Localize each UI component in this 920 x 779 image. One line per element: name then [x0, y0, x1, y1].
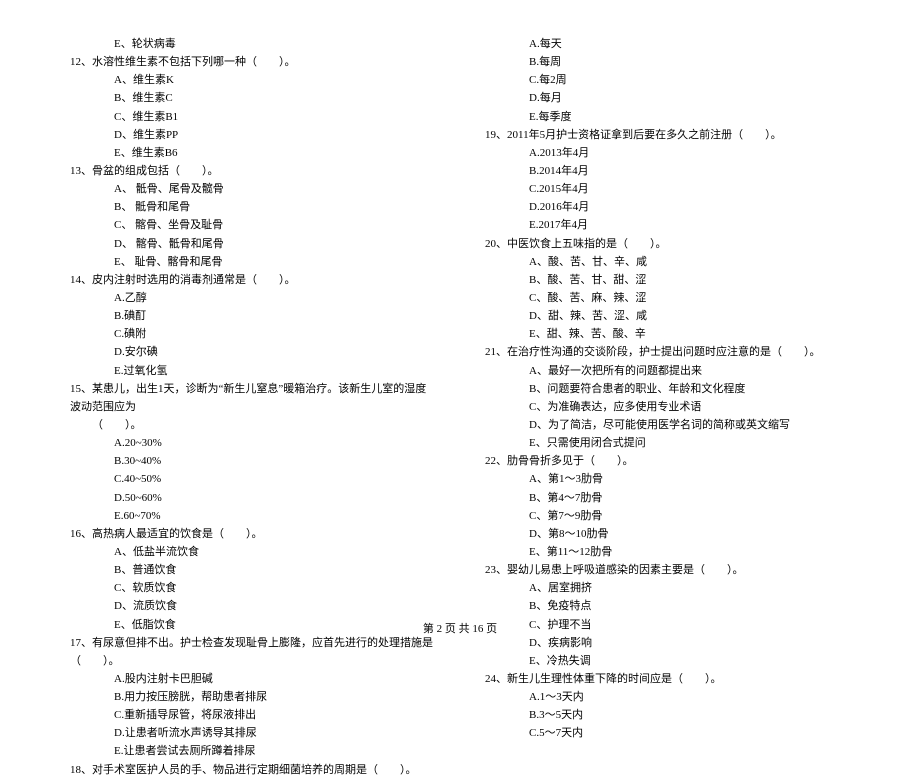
q19-option-d: D.2016年4月	[485, 198, 850, 216]
q13-option-d: D、 髂骨、骶骨和尾骨	[70, 235, 435, 253]
q15-option-e: E.60~70%	[70, 507, 435, 525]
q20-stem: 20、中医饮食上五味指的是（ ）。	[485, 235, 850, 253]
q23-option-a: A、居室拥挤	[485, 579, 850, 597]
q20-option-b: B、酸、苦、甘、甜、涩	[485, 271, 850, 289]
q24-stem: 24、新生儿生理性体重下降的时间应是（ ）。	[485, 670, 850, 688]
q12-option-b: B、维生素C	[70, 89, 435, 107]
q19-option-a: A.2013年4月	[485, 144, 850, 162]
q24-option-a: A.1～3天内	[485, 688, 850, 706]
left-column: E、轮状病毒 12、水溶性维生素不包括下列哪一种（ ）。 A、维生素K B、维生…	[70, 35, 435, 779]
q24-option-b: B.3～5天内	[485, 706, 850, 724]
q21-option-a: A、最好一次把所有的问题都提出来	[485, 362, 850, 380]
q16-option-a: A、低盐半流饮食	[70, 543, 435, 561]
q15-stem-line1: 15、某患儿，出生1天，诊断为“新生儿窒息”暖箱治疗。该新生儿室的湿度波动范围应…	[70, 380, 435, 416]
right-column: A.每天 B.每周 C.每2周 D.每月 E.每季度 19、2011年5月护士资…	[485, 35, 850, 779]
q12-option-c: C、维生素B1	[70, 108, 435, 126]
q21-option-e: E、只需使用闭合式提问	[485, 434, 850, 452]
q13-stem: 13、骨盆的组成包括（ ）。	[70, 162, 435, 180]
q19-stem: 19、2011年5月护士资格证拿到后要在多久之前注册（ ）。	[485, 126, 850, 144]
q18-option-a: A.每天	[485, 35, 850, 53]
q21-option-b: B、问题要符合患者的职业、年龄和文化程度	[485, 380, 850, 398]
q17-option-a: A.股内注射卡巴胆碱	[70, 670, 435, 688]
q18-stem: 18、对手术室医护人员的手、物品进行定期细菌培养的周期是（ ）。	[70, 761, 435, 779]
q19-option-e: E.2017年4月	[485, 216, 850, 234]
page-footer: 第 2 页 共 16 页	[0, 620, 920, 638]
q23-option-b: B、免疫特点	[485, 597, 850, 615]
q15-option-b: B.30~40%	[70, 452, 435, 470]
q22-option-e: E、第11～12肋骨	[485, 543, 850, 561]
q11-option-e: E、轮状病毒	[70, 35, 435, 53]
q19-option-c: C.2015年4月	[485, 180, 850, 198]
q13-option-e: E、 耻骨、髂骨和尾骨	[70, 253, 435, 271]
q16-option-d: D、流质饮食	[70, 597, 435, 615]
q22-stem: 22、肋骨骨折多见于（ ）。	[485, 452, 850, 470]
page-columns: E、轮状病毒 12、水溶性维生素不包括下列哪一种（ ）。 A、维生素K B、维生…	[70, 35, 850, 779]
q20-option-a: A、酸、苦、甘、辛、咸	[485, 253, 850, 271]
q17-stem: 17、有尿意但排不出。护士检查发现耻骨上膨隆，应首先进行的处理措施是（ ）。	[70, 634, 435, 670]
q17-option-d: D.让患者听流水声诱导其排尿	[70, 724, 435, 742]
q14-stem: 14、皮内注射时选用的消毒剂通常是（ ）。	[70, 271, 435, 289]
q19-option-b: B.2014年4月	[485, 162, 850, 180]
q15-option-d: D.50~60%	[70, 489, 435, 507]
q16-option-c: C、软质饮食	[70, 579, 435, 597]
q12-option-a: A、维生素K	[70, 71, 435, 89]
q15-option-a: A.20~30%	[70, 434, 435, 452]
q18-option-b: B.每周	[485, 53, 850, 71]
q23-option-e: E、冷热失调	[485, 652, 850, 670]
q22-option-d: D、第8～10肋骨	[485, 525, 850, 543]
q17-option-b: B.用力按压膀胱，帮助患者排尿	[70, 688, 435, 706]
q14-option-c: C.碘附	[70, 325, 435, 343]
q22-option-b: B、第4～7肋骨	[485, 489, 850, 507]
q21-option-c: C、为准确表达，应多使用专业术语	[485, 398, 850, 416]
q18-option-e: E.每季度	[485, 108, 850, 126]
q20-option-e: E、甜、辣、苦、酸、辛	[485, 325, 850, 343]
q18-option-d: D.每月	[485, 89, 850, 107]
q18-option-c: C.每2周	[485, 71, 850, 89]
q16-option-b: B、普通饮食	[70, 561, 435, 579]
q14-option-b: B.碘酊	[70, 307, 435, 325]
q20-option-c: C、酸、苦、麻、辣、涩	[485, 289, 850, 307]
q23-stem: 23、婴幼儿易患上呼吸道感染的因素主要是（ ）。	[485, 561, 850, 579]
q16-stem: 16、高热病人最适宜的饮食是（ ）。	[70, 525, 435, 543]
q22-option-a: A、第1～3肋骨	[485, 470, 850, 488]
q15-option-c: C.40~50%	[70, 470, 435, 488]
q12-option-d: D、维生素PP	[70, 126, 435, 144]
q17-option-c: C.重新插导尿管，将尿液排出	[70, 706, 435, 724]
q13-option-a: A、 骶骨、尾骨及髋骨	[70, 180, 435, 198]
q15-stem-line2: （ ）。	[70, 416, 435, 434]
q14-option-d: D.安尔碘	[70, 343, 435, 361]
q14-option-a: A.乙醇	[70, 289, 435, 307]
q14-option-e: E.过氧化氢	[70, 362, 435, 380]
q21-stem: 21、在治疗性沟通的交谈阶段，护士提出问题时应注意的是（ ）。	[485, 343, 850, 361]
q22-option-c: C、第7～9肋骨	[485, 507, 850, 525]
q13-option-b: B、 骶骨和尾骨	[70, 198, 435, 216]
q21-option-d: D、为了简洁，尽可能使用医学名词的简称或英文缩写	[485, 416, 850, 434]
q12-stem: 12、水溶性维生素不包括下列哪一种（ ）。	[70, 53, 435, 71]
q24-option-c: C.5～7天内	[485, 724, 850, 742]
q17-option-e: E.让患者尝试去厕所蹲着排尿	[70, 742, 435, 760]
q12-option-e: E、维生素B6	[70, 144, 435, 162]
q13-option-c: C、 髂骨、坐骨及耻骨	[70, 216, 435, 234]
q20-option-d: D、甜、辣、苦、涩、咸	[485, 307, 850, 325]
